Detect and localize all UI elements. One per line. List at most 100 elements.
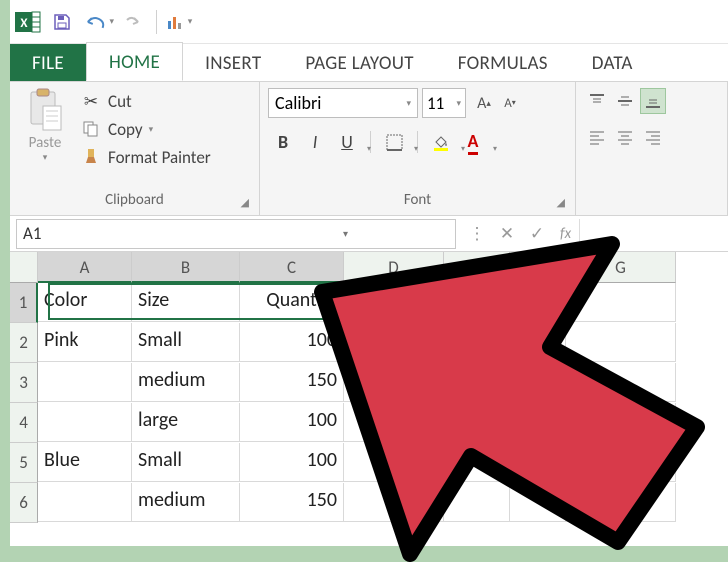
cell-E1[interactable]	[444, 283, 510, 322]
copy-icon	[80, 118, 102, 140]
cell-A1[interactable]: Color	[38, 283, 132, 322]
cell-D3[interactable]	[344, 363, 444, 402]
col-header-E[interactable]: E	[444, 252, 510, 283]
row-header-3[interactable]: 3	[10, 363, 38, 403]
row-header-5[interactable]: 5	[10, 443, 38, 483]
cell-D4[interactable]	[344, 403, 444, 442]
worksheet-grid[interactable]: ABCDEFG1ColorSizeQuantity2PinkSmall1003m…	[10, 252, 728, 523]
align-center-button[interactable]	[612, 124, 638, 150]
cell-F1[interactable]	[510, 283, 566, 322]
cell-F3[interactable]	[510, 363, 566, 402]
enter-formula-button[interactable]: ✓	[522, 219, 552, 249]
align-bottom-button[interactable]	[640, 88, 666, 114]
row-header-4[interactable]: 4	[10, 403, 38, 443]
name-box[interactable]: A1▾	[16, 219, 456, 249]
cell-F4[interactable]	[510, 403, 566, 442]
group-label-clipboard: Clipboard ◢	[18, 189, 251, 213]
tab-file[interactable]: FILE	[10, 44, 86, 81]
font-size-combo[interactable]: 11▾	[422, 88, 466, 118]
cell-F6[interactable]	[510, 483, 566, 522]
row-header-2[interactable]: 2	[10, 323, 38, 363]
quick-chart-button[interactable]: ▾	[163, 6, 195, 38]
cell-D5[interactable]	[344, 443, 444, 482]
font-name-combo[interactable]: Calibri▾	[268, 88, 418, 118]
cell-G2[interactable]	[566, 323, 676, 362]
formula-dots[interactable]: ⋮	[462, 219, 492, 249]
cell-E2[interactable]	[444, 323, 510, 362]
align-middle-button[interactable]	[612, 88, 638, 114]
tab-home[interactable]: HOME	[86, 42, 183, 81]
fill-handle[interactable]	[349, 317, 357, 325]
cell-E5[interactable]	[444, 443, 510, 482]
cell-C4[interactable]: 100	[240, 403, 344, 442]
cell-A4[interactable]	[38, 403, 132, 442]
font-color-button[interactable]: A▾	[458, 128, 488, 156]
save-button[interactable]	[46, 6, 78, 38]
paste-button[interactable]: Paste ▾	[18, 88, 72, 163]
col-header-F[interactable]: F	[510, 252, 566, 283]
cell-G4[interactable]	[566, 403, 676, 442]
cell-B4[interactable]: large	[132, 403, 240, 442]
cancel-formula-button[interactable]: ✕	[492, 219, 522, 249]
cell-B5[interactable]: Small	[132, 443, 240, 482]
col-header-B[interactable]: B	[132, 252, 240, 283]
cell-C2[interactable]: 100	[240, 323, 344, 362]
cell-B6[interactable]: medium	[132, 483, 240, 522]
cell-C1[interactable]: Quantity	[240, 283, 344, 322]
cell-B3[interactable]: medium	[132, 363, 240, 402]
col-header-G[interactable]: G	[566, 252, 676, 283]
cell-D6[interactable]	[344, 483, 444, 522]
tab-data[interactable]: DATA	[570, 44, 655, 81]
cell-F5[interactable]	[510, 443, 566, 482]
underline-button[interactable]: U▾	[332, 128, 362, 156]
cut-button[interactable]: ✂ Cut	[80, 90, 211, 112]
cell-G3[interactable]	[566, 363, 676, 402]
row-header-1[interactable]: 1	[10, 283, 38, 323]
cell-E3[interactable]	[444, 363, 510, 402]
formula-bar-row: A1▾ ⋮ ✕ ✓ fx	[10, 216, 728, 252]
tab-page-layout[interactable]: PAGE LAYOUT	[283, 44, 435, 81]
tab-insert[interactable]: INSERT	[183, 44, 283, 81]
format-painter-button[interactable]: Format Painter	[80, 146, 211, 168]
cell-B2[interactable]: Small	[132, 323, 240, 362]
clipboard-launcher[interactable]: ◢	[241, 196, 249, 209]
cell-E6[interactable]	[444, 483, 510, 522]
cell-C6[interactable]: 150	[240, 483, 344, 522]
cell-D2[interactable]	[344, 323, 444, 362]
fx-label[interactable]: fx	[552, 225, 579, 243]
align-right-button[interactable]	[640, 124, 666, 150]
undo-button[interactable]: ▾	[82, 6, 114, 38]
cell-E4[interactable]	[444, 403, 510, 442]
cell-G1[interactable]	[566, 283, 676, 322]
formula-bar[interactable]	[579, 219, 728, 249]
row-header-6[interactable]: 6	[10, 483, 38, 523]
align-left-button[interactable]	[584, 124, 610, 150]
fill-color-button[interactable]: ▾	[426, 128, 456, 156]
cell-G6[interactable]	[566, 483, 676, 522]
cell-A3[interactable]	[38, 363, 132, 402]
increase-font-button[interactable]: A▴	[472, 89, 496, 117]
select-all-corner[interactable]	[10, 252, 38, 283]
cell-D1[interactable]	[344, 283, 444, 322]
redo-button[interactable]	[118, 6, 150, 38]
cell-C5[interactable]: 100	[240, 443, 344, 482]
quick-analysis-button[interactable]	[362, 328, 390, 356]
cell-F2[interactable]	[510, 323, 566, 362]
bold-button[interactable]: B	[268, 128, 298, 156]
decrease-font-button[interactable]: A▾	[498, 89, 522, 117]
col-header-C[interactable]: C	[240, 252, 344, 283]
col-header-A[interactable]: A	[38, 252, 132, 283]
borders-button[interactable]: ▾	[379, 128, 409, 156]
tab-formulas[interactable]: FORMULAS	[436, 44, 570, 81]
cell-C3[interactable]: 150	[240, 363, 344, 402]
col-header-D[interactable]: D	[344, 252, 444, 283]
italic-button[interactable]: I	[300, 128, 330, 156]
align-top-button[interactable]	[584, 88, 610, 114]
cell-A5[interactable]: Blue	[38, 443, 132, 482]
cell-G5[interactable]	[566, 443, 676, 482]
cell-A6[interactable]	[38, 483, 132, 522]
cell-A2[interactable]: Pink	[38, 323, 132, 362]
copy-button[interactable]: Copy ▾	[80, 118, 211, 140]
cell-B1[interactable]: Size	[132, 283, 240, 322]
font-launcher[interactable]: ◢	[557, 196, 565, 209]
